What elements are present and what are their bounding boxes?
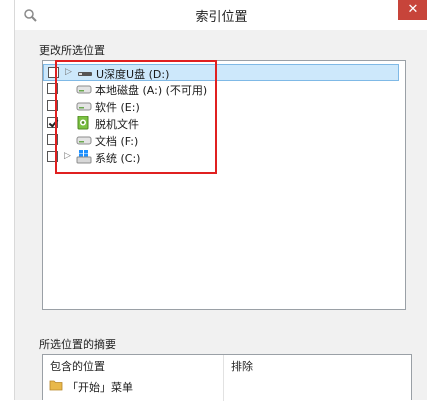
change-locations-label: 更改所选位置 — [39, 44, 105, 57]
summary-group-label: 所选位置的摘要 — [39, 338, 116, 351]
window-title: 索引位置 — [195, 10, 248, 25]
column-header-excluded[interactable]: 排除 — [224, 355, 253, 375]
summary-list[interactable]: 包含的位置 排除 「开始」菜单 — [42, 354, 412, 401]
column-header-included[interactable]: 包含的位置 — [43, 355, 105, 375]
red-highlight-annotation — [55, 60, 217, 174]
column-divider — [223, 355, 224, 401]
close-icon: ✕ — [407, 2, 419, 17]
indexed-locations-window: 索引位置 ✕ 更改所选位置 ▷ U深度U盘 (D:) 本地磁盘 (A:) (不可… — [14, 0, 427, 401]
close-button[interactable]: ✕ — [398, 0, 427, 20]
summary-row-label: 「开始」菜单 — [67, 381, 133, 394]
title-bar: 索引位置 ✕ — [15, 0, 427, 30]
summary-row[interactable]: 「开始」菜单 — [43, 377, 223, 395]
folder-icon — [49, 380, 63, 391]
